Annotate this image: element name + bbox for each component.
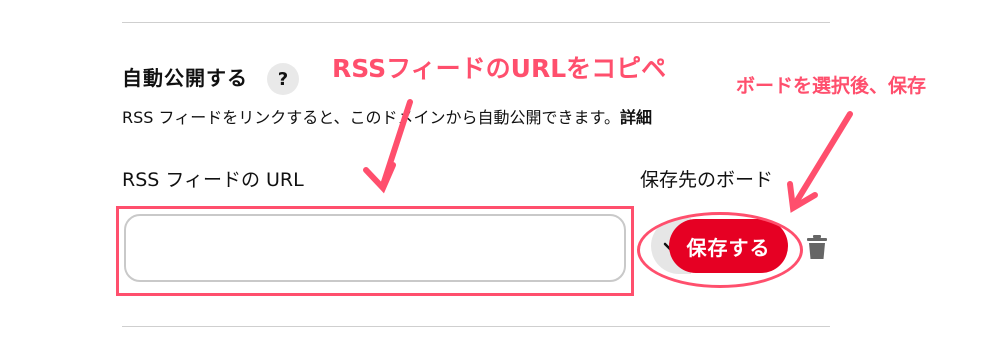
- details-link[interactable]: 詳細: [620, 108, 652, 127]
- save-arrow: [792, 111, 853, 207]
- section-title: 自動公開する: [122, 66, 248, 90]
- board-label: 保存先のボード: [640, 169, 774, 191]
- top-divider: [122, 22, 830, 23]
- bottom-divider: [122, 326, 830, 327]
- save-annotation: ボードを選択後、保存: [736, 75, 927, 97]
- rss-url-label: RSS フィードの URL: [122, 169, 304, 191]
- description-text: RSS フィードをリンクすると、このドメインから自動公開できます。: [122, 108, 620, 127]
- copy-arrow-head: [363, 162, 396, 194]
- help-button[interactable]: ?: [267, 63, 299, 95]
- save-arrow-head: [787, 181, 818, 213]
- copy-annotation: RSSフィードのURLをコピペ: [332, 54, 667, 83]
- save-button[interactable]: 保存する: [669, 219, 788, 273]
- trash-icon[interactable]: [806, 234, 828, 260]
- rss-url-input[interactable]: [124, 214, 626, 282]
- section-description: RSS フィードをリンクすると、このドメインから自動公開できます。詳細: [122, 106, 652, 130]
